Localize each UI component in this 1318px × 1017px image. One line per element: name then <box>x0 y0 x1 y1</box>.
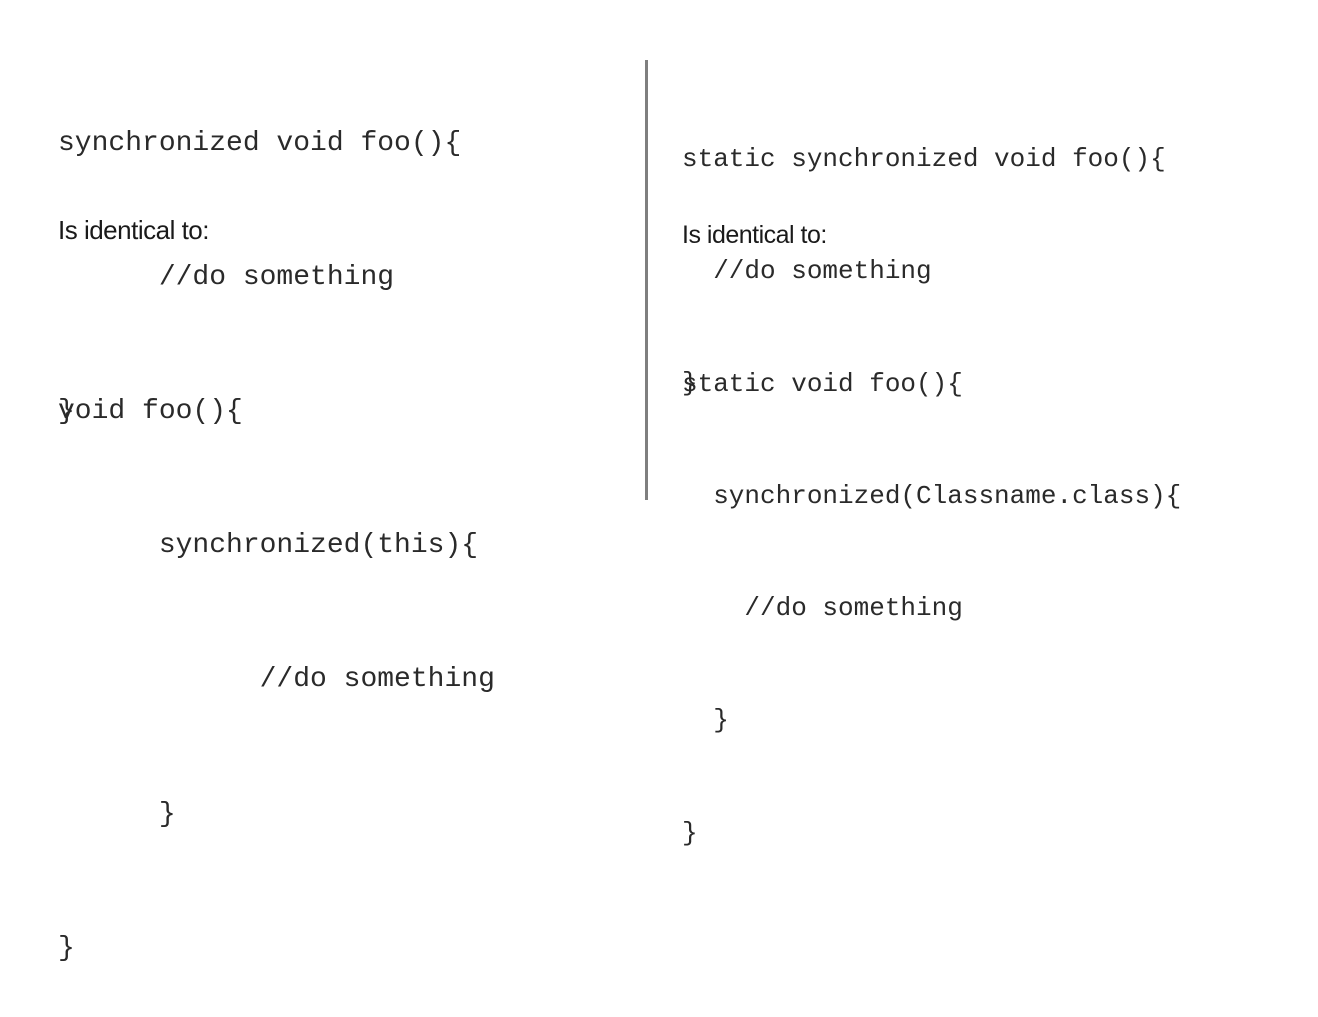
identical-note-left: Is identical to: <box>58 215 209 245</box>
code-line: //do something <box>58 261 395 293</box>
code-line: synchronized void foo(){ <box>58 127 462 159</box>
identical-note-right: Is identical to: <box>682 221 827 249</box>
code-line: static synchronized void foo(){ <box>682 143 1166 174</box>
code-line: //do something <box>58 664 495 696</box>
code-line: } <box>58 933 75 965</box>
code-line: } <box>58 798 176 830</box>
column-divider <box>645 60 648 500</box>
code-line: void foo(){ <box>58 395 243 427</box>
code-line: //do something <box>682 593 963 624</box>
code-line: //do something <box>682 256 932 287</box>
code-line: synchronized(this){ <box>58 529 479 561</box>
code-line: } <box>682 705 729 736</box>
code-line: } <box>682 817 698 848</box>
static-block-code: static void foo(){ synchronized(Classnam… <box>682 291 1181 890</box>
code-line: static void foo(){ <box>682 368 963 399</box>
instance-block-code: void foo(){ synchronized(this){ //do som… <box>58 300 495 1017</box>
code-line: synchronized(Classname.class){ <box>682 481 1182 512</box>
